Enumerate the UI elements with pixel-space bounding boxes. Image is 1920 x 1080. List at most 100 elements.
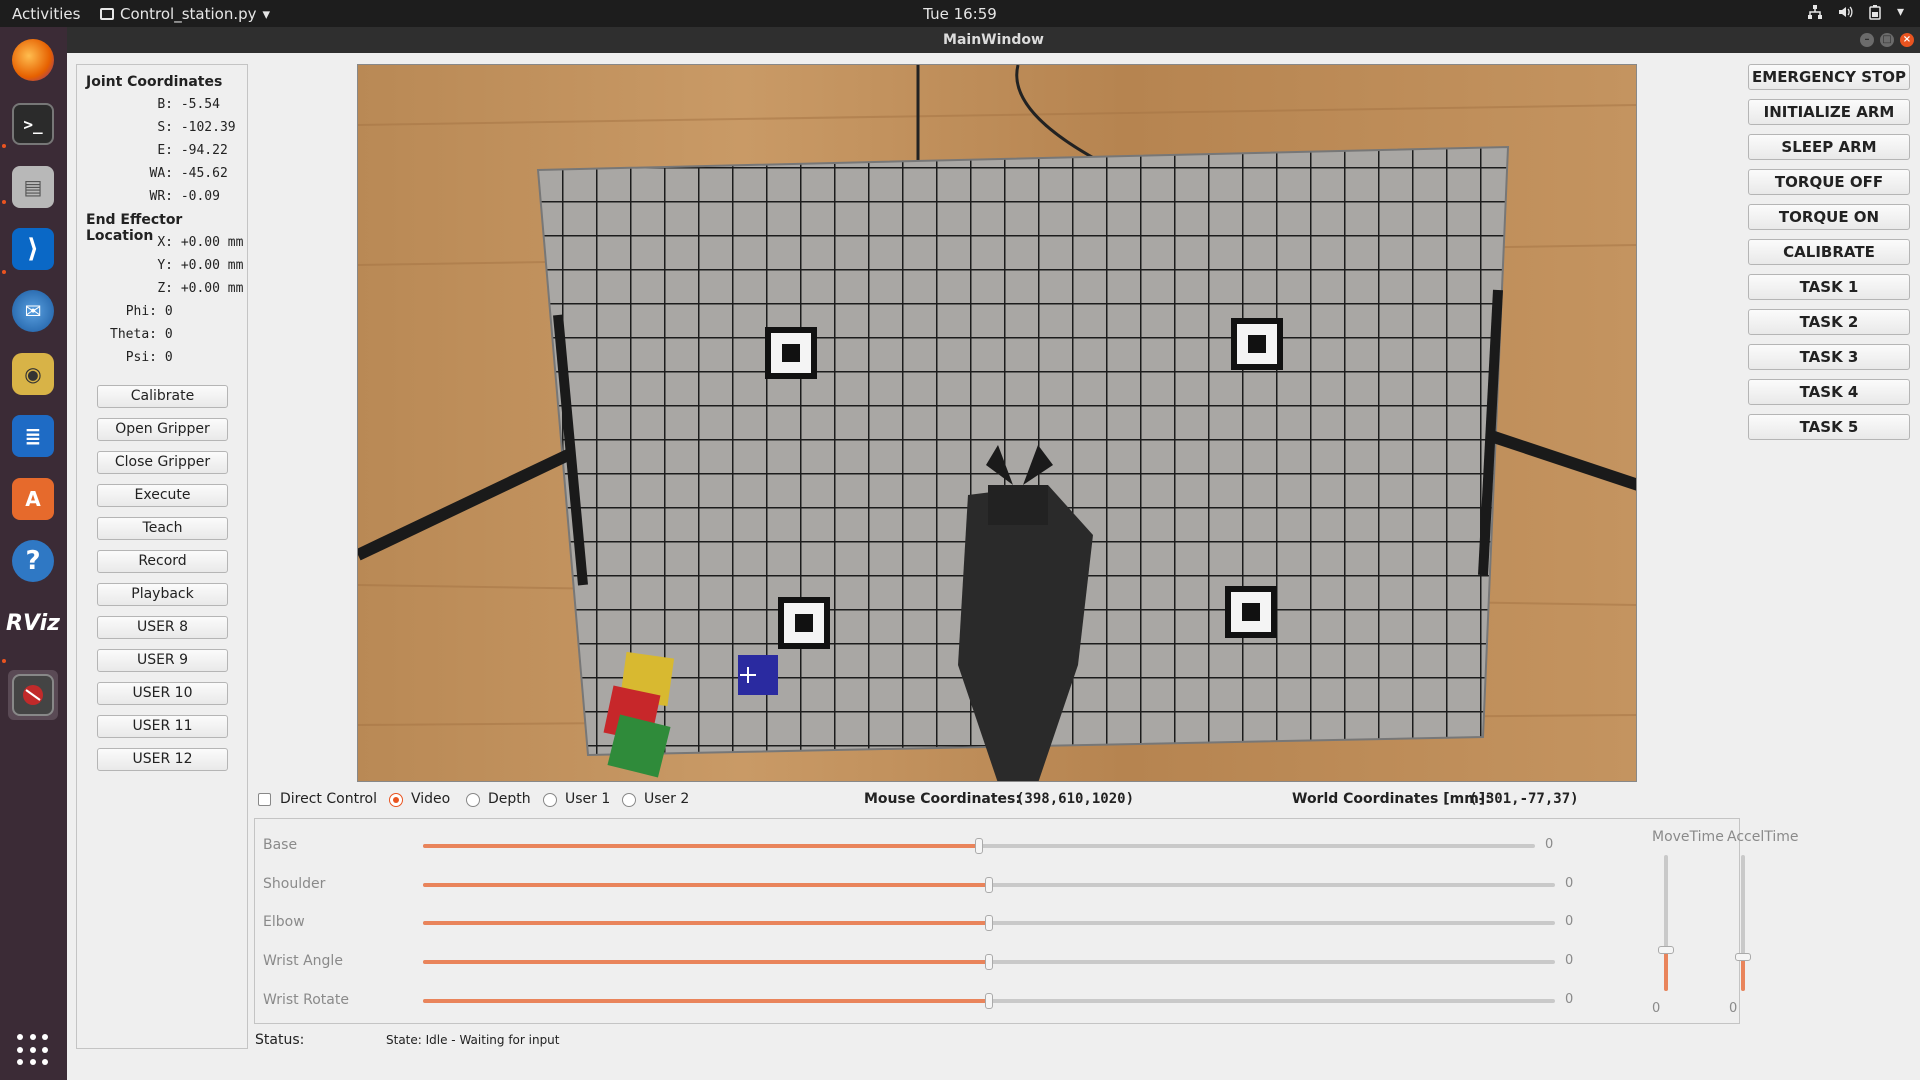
execute-button[interactable]: Execute (97, 484, 228, 507)
joint-row: B: -5.54 (157, 97, 220, 112)
maximize-icon[interactable]: □ (1880, 33, 1894, 47)
volume-icon (1837, 4, 1853, 24)
user10-button[interactable]: USER 10 (97, 682, 228, 705)
thunderbird-icon[interactable]: ✉ (8, 286, 58, 336)
teach-button[interactable]: Teach (97, 517, 228, 540)
elbow-label: Elbow (263, 914, 305, 930)
video-radio[interactable] (389, 793, 403, 807)
joint-row: S: -102.39 (157, 120, 236, 135)
elbow-slider[interactable] (423, 915, 1555, 931)
vscode-icon[interactable]: ⟩ (8, 224, 58, 274)
joint-row: WR: -0.09 (149, 189, 220, 204)
slider-handle[interactable] (985, 915, 993, 931)
task5-button[interactable]: TASK 5 (1748, 414, 1910, 440)
main-window: MainWindow – □ × Joint Coordinates B: -5… (67, 27, 1920, 1080)
window-title: MainWindow (943, 32, 1044, 48)
initialize-arm-button[interactable]: INITIALIZE ARM (1748, 99, 1910, 125)
base-value: 0 (1545, 837, 1554, 852)
writer-icon[interactable]: ≣ (8, 411, 58, 461)
app-menu[interactable]: Control_station.py ▾ (100, 5, 270, 23)
terminal-icon[interactable]: >_ (8, 99, 58, 149)
system-tray[interactable]: ▾ (1807, 4, 1904, 24)
user2-radio[interactable] (622, 793, 636, 807)
dock: >_ ▤ ⟩ ✉ ◉ ≣ A ? RViz (0, 27, 67, 1080)
user9-button[interactable]: USER 9 (97, 649, 228, 672)
ee-row: Z: +0.00 mm (157, 281, 244, 296)
base-slider[interactable] (423, 838, 1535, 854)
slider-handle[interactable] (1735, 953, 1751, 961)
wrist-rotate-value: 0 (1565, 992, 1574, 1007)
user8-button[interactable]: USER 8 (97, 616, 228, 639)
title-bar: MainWindow – □ × (67, 27, 1920, 53)
record-button[interactable]: Record (97, 550, 228, 573)
playback-button[interactable]: Playback (97, 583, 228, 606)
control-station-icon[interactable] (8, 670, 58, 720)
rhythmbox-icon[interactable]: ◉ (8, 349, 58, 399)
acceltime-label: AccelTime (1727, 829, 1799, 845)
acceltime-value: 0 (1729, 1001, 1738, 1016)
battery-icon (1867, 4, 1883, 24)
calibrate-arm-button[interactable]: CALIBRATE (1748, 239, 1910, 265)
task1-button[interactable]: TASK 1 (1748, 274, 1910, 300)
task3-button[interactable]: TASK 3 (1748, 344, 1910, 370)
show-apps-icon[interactable] (17, 1034, 49, 1066)
activities-button[interactable]: Activities (12, 5, 80, 23)
shoulder-value: 0 (1565, 876, 1574, 891)
help-icon[interactable]: ? (8, 536, 58, 586)
shoulder-label: Shoulder (263, 876, 326, 892)
emergency-stop-button[interactable]: EMERGENCY STOP (1748, 64, 1910, 90)
software-center-icon[interactable]: A (8, 474, 58, 524)
user1-label: User 1 (565, 791, 611, 807)
shoulder-slider[interactable] (423, 877, 1555, 893)
user2-label: User 2 (644, 791, 690, 807)
torque-on-button[interactable]: TORQUE ON (1748, 204, 1910, 230)
joint-row: WA: -45.62 (149, 166, 228, 181)
firefox-icon[interactable] (8, 35, 58, 85)
base-label: Base (263, 837, 298, 853)
slider-handle[interactable] (985, 877, 993, 893)
close-gripper-button[interactable]: Close Gripper (97, 451, 228, 474)
status-value: State: Idle - Waiting for input (386, 1033, 560, 1047)
user1-radio[interactable] (543, 793, 557, 807)
calibrate-button[interactable]: Calibrate (97, 385, 228, 408)
clock[interactable]: Tue 16:59 (0, 5, 1920, 23)
elbow-value: 0 (1565, 914, 1574, 929)
slider-handle[interactable] (1658, 946, 1674, 954)
movetime-value: 0 (1652, 1001, 1661, 1016)
task2-button[interactable]: TASK 2 (1748, 309, 1910, 335)
slider-handle[interactable] (985, 954, 993, 970)
mouse-coordinates-value: (398,610,1020) (1016, 791, 1135, 807)
torque-off-button[interactable]: TORQUE OFF (1748, 169, 1910, 195)
open-gripper-button[interactable]: Open Gripper (97, 418, 228, 441)
user11-button[interactable]: USER 11 (97, 715, 228, 738)
depth-radio[interactable] (466, 793, 480, 807)
wrist-rotate-slider[interactable] (423, 993, 1555, 1009)
video-feed[interactable] (357, 64, 1637, 782)
direct-control-checkbox[interactable] (258, 793, 271, 806)
wrist-angle-label: Wrist Angle (263, 953, 343, 969)
status-label: Status: (255, 1032, 305, 1048)
acceltime-slider[interactable] (1735, 855, 1751, 991)
wrist-angle-slider[interactable] (423, 954, 1555, 970)
ee-row: Theta: 0 (110, 327, 173, 342)
file-cabinet-icon[interactable]: ▤ (8, 162, 58, 212)
view-controls: Direct Control Video Depth User 1 User 2… (256, 789, 1736, 811)
rviz-icon[interactable]: RViz (6, 598, 60, 648)
app-menu-label: Control_station.py (120, 5, 257, 23)
world-coordinates-value: (-301,-77,37) (1469, 791, 1579, 807)
minimize-icon[interactable]: – (1860, 33, 1874, 47)
slider-handle[interactable] (975, 838, 983, 854)
slider-handle[interactable] (985, 993, 993, 1009)
ee-row: Y: +0.00 mm (157, 258, 244, 273)
user12-button[interactable]: USER 12 (97, 748, 228, 771)
ee-row: Psi: 0 (125, 350, 173, 365)
wrist-rotate-label: Wrist Rotate (263, 992, 349, 1008)
movetime-slider[interactable] (1658, 855, 1674, 991)
close-icon[interactable]: × (1900, 33, 1914, 47)
joint-sliders-panel: Base 0 Shoulder 0 Elbow 0 Wrist Angle 0 … (254, 818, 1799, 1024)
top-bar: Activities Control_station.py ▾ Tue 16:5… (0, 0, 1920, 27)
task4-button[interactable]: TASK 4 (1748, 379, 1910, 405)
network-icon (1807, 4, 1823, 24)
sleep-arm-button[interactable]: SLEEP ARM (1748, 134, 1910, 160)
world-coordinates-label: World Coordinates [mm]: (1292, 791, 1491, 807)
